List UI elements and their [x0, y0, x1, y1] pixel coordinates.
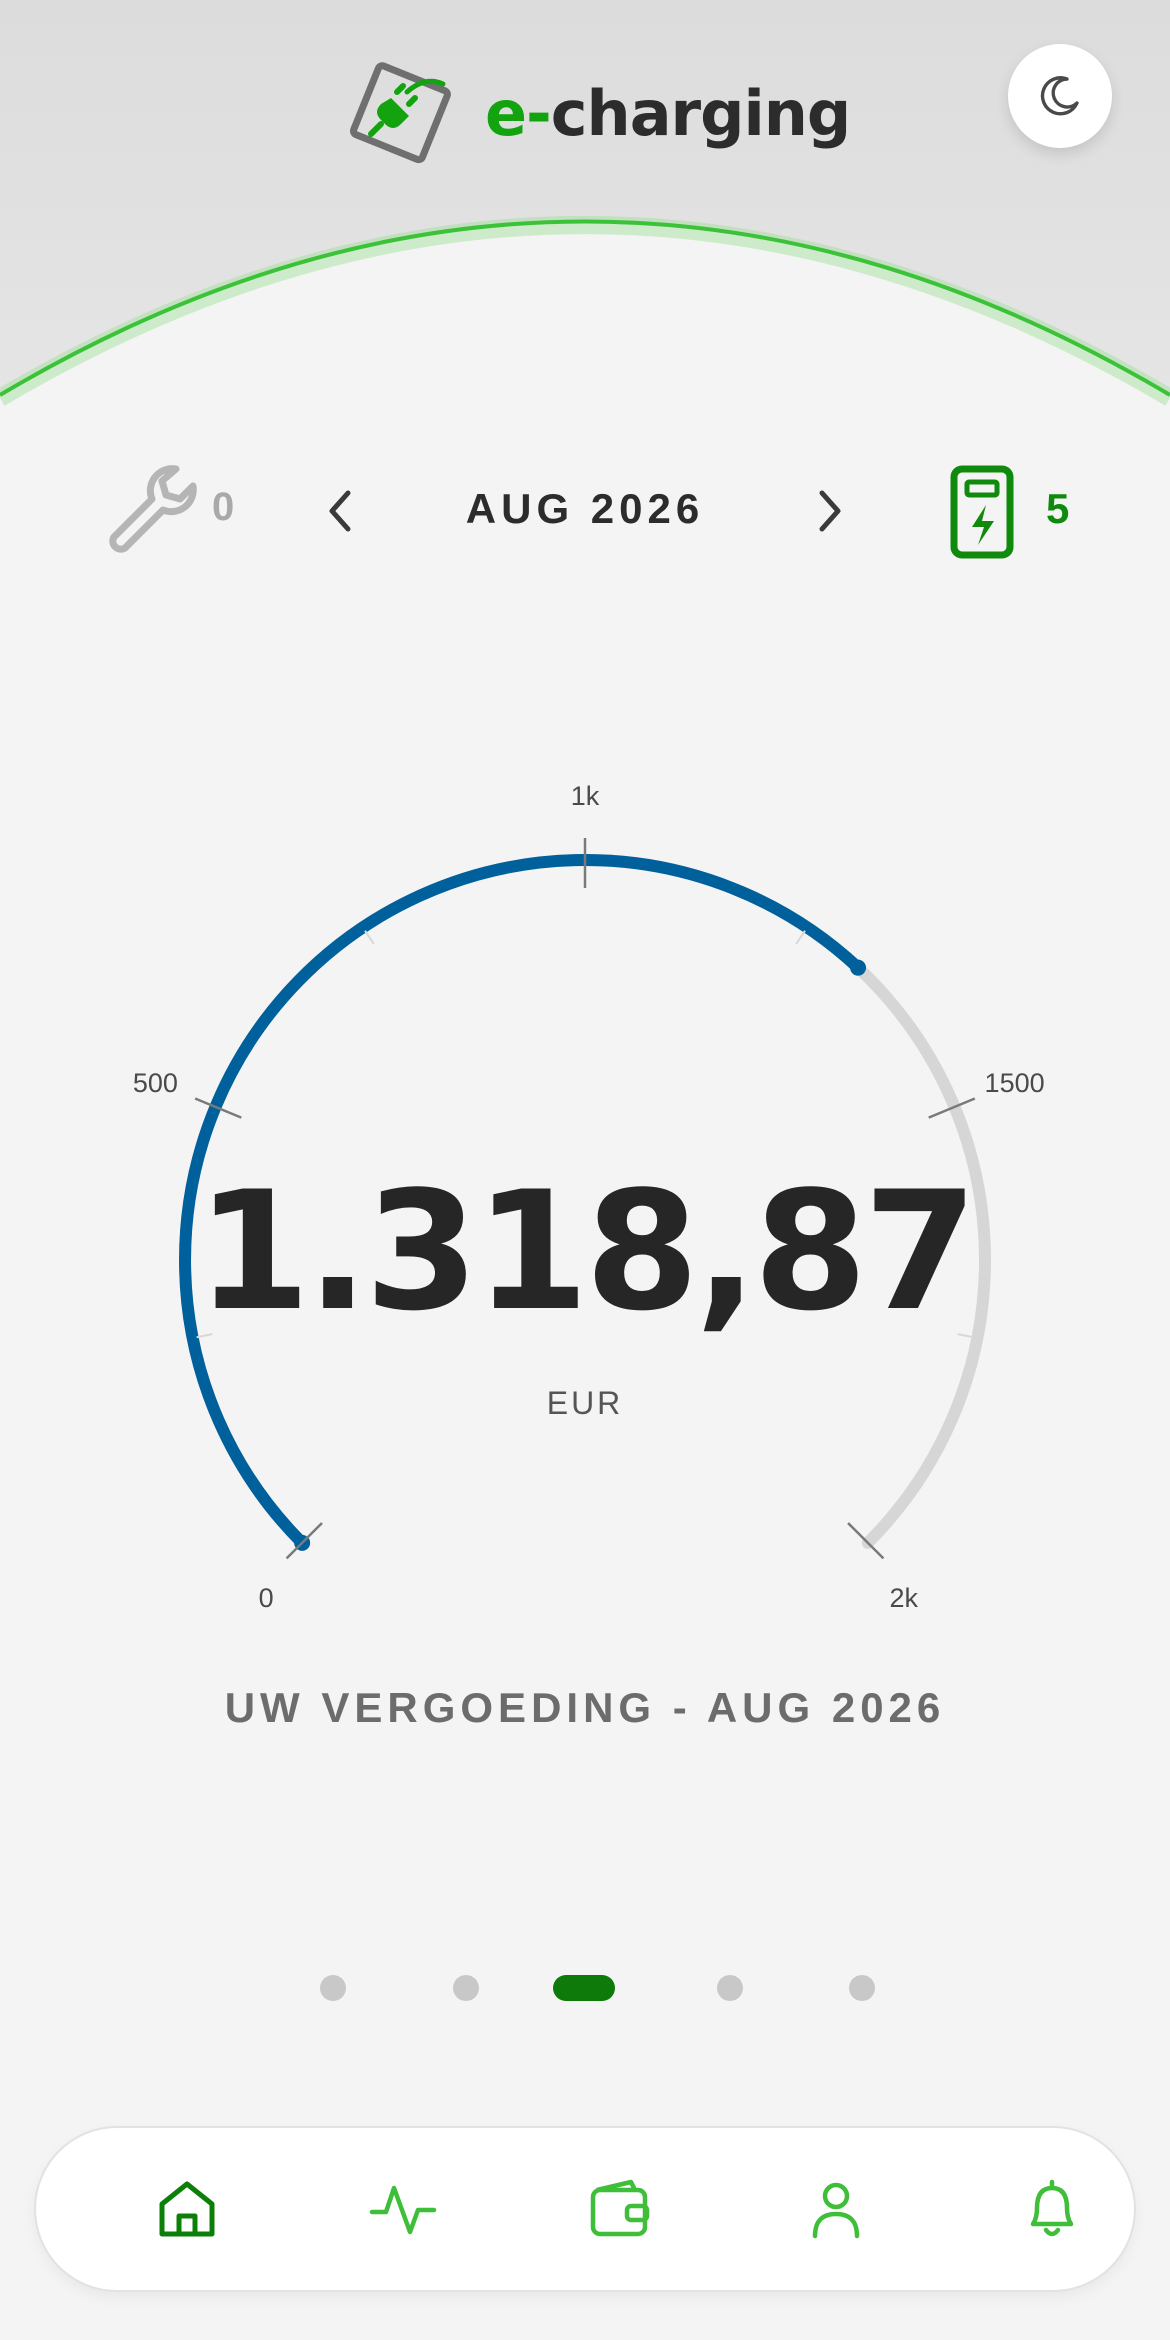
earnings-caption: UW VERGOEDING - AUG 2026 — [224, 1684, 946, 1731]
app-title: e-charging — [485, 76, 851, 150]
home-icon[interactable] — [152, 2174, 222, 2244]
gauge-tick-label: 1500 — [985, 1068, 1045, 1098]
gauge-minor-tick — [795, 930, 806, 945]
gauge-tick-label: 2k — [890, 1583, 919, 1613]
wallet-icon[interactable] — [585, 2174, 655, 2244]
brand: e-charging — [345, 58, 851, 168]
gauge-tick-label: 1k — [571, 781, 600, 811]
user-icon[interactable] — [801, 2174, 871, 2244]
plug-logo-icon — [349, 62, 451, 164]
wrench-icon[interactable] — [100, 459, 200, 559]
gauge-minor-tick — [364, 930, 375, 945]
theme-toggle-button[interactable] — [1008, 44, 1112, 148]
app-title-suffix: charging — [550, 76, 851, 150]
earnings-gauge: 0 500 1k 1500 2k 1.318,87 EUR — [0, 760, 1170, 1620]
chargers-count: 5 — [1046, 485, 1070, 532]
page-indicator — [0, 1972, 1170, 2002]
bottom-navigation — [36, 2128, 1134, 2290]
pager-dot[interactable] — [849, 1975, 875, 2001]
pager-dot[interactable] — [453, 1975, 479, 2001]
charging-station-icon[interactable] — [950, 465, 1014, 559]
earnings-amount: 1.318,87 — [196, 1156, 977, 1347]
chevron-right-icon[interactable] — [810, 483, 850, 539]
period-selector-row: 0 AUG 2026 5 — [0, 455, 1170, 565]
bell-icon[interactable] — [1017, 2174, 1087, 2244]
pager-dot[interactable] — [553, 1975, 615, 2001]
maintenance-count: 0 — [212, 485, 235, 529]
pager-dot[interactable] — [717, 1975, 743, 2001]
chevron-left-icon[interactable] — [320, 483, 360, 539]
currency-label: EUR — [546, 1385, 624, 1421]
app-header: e-charging — [0, 0, 1170, 440]
gauge-tick-label: 0 — [259, 1583, 274, 1613]
moon-icon — [1040, 76, 1079, 116]
current-month: AUG 2026 — [465, 485, 705, 532]
gauge-value-marker — [850, 959, 867, 976]
app-title-prefix: e- — [485, 76, 552, 150]
pager-dot[interactable] — [320, 1975, 346, 2001]
activity-icon[interactable] — [368, 2174, 438, 2244]
gauge-tick-label: 500 — [133, 1068, 178, 1098]
